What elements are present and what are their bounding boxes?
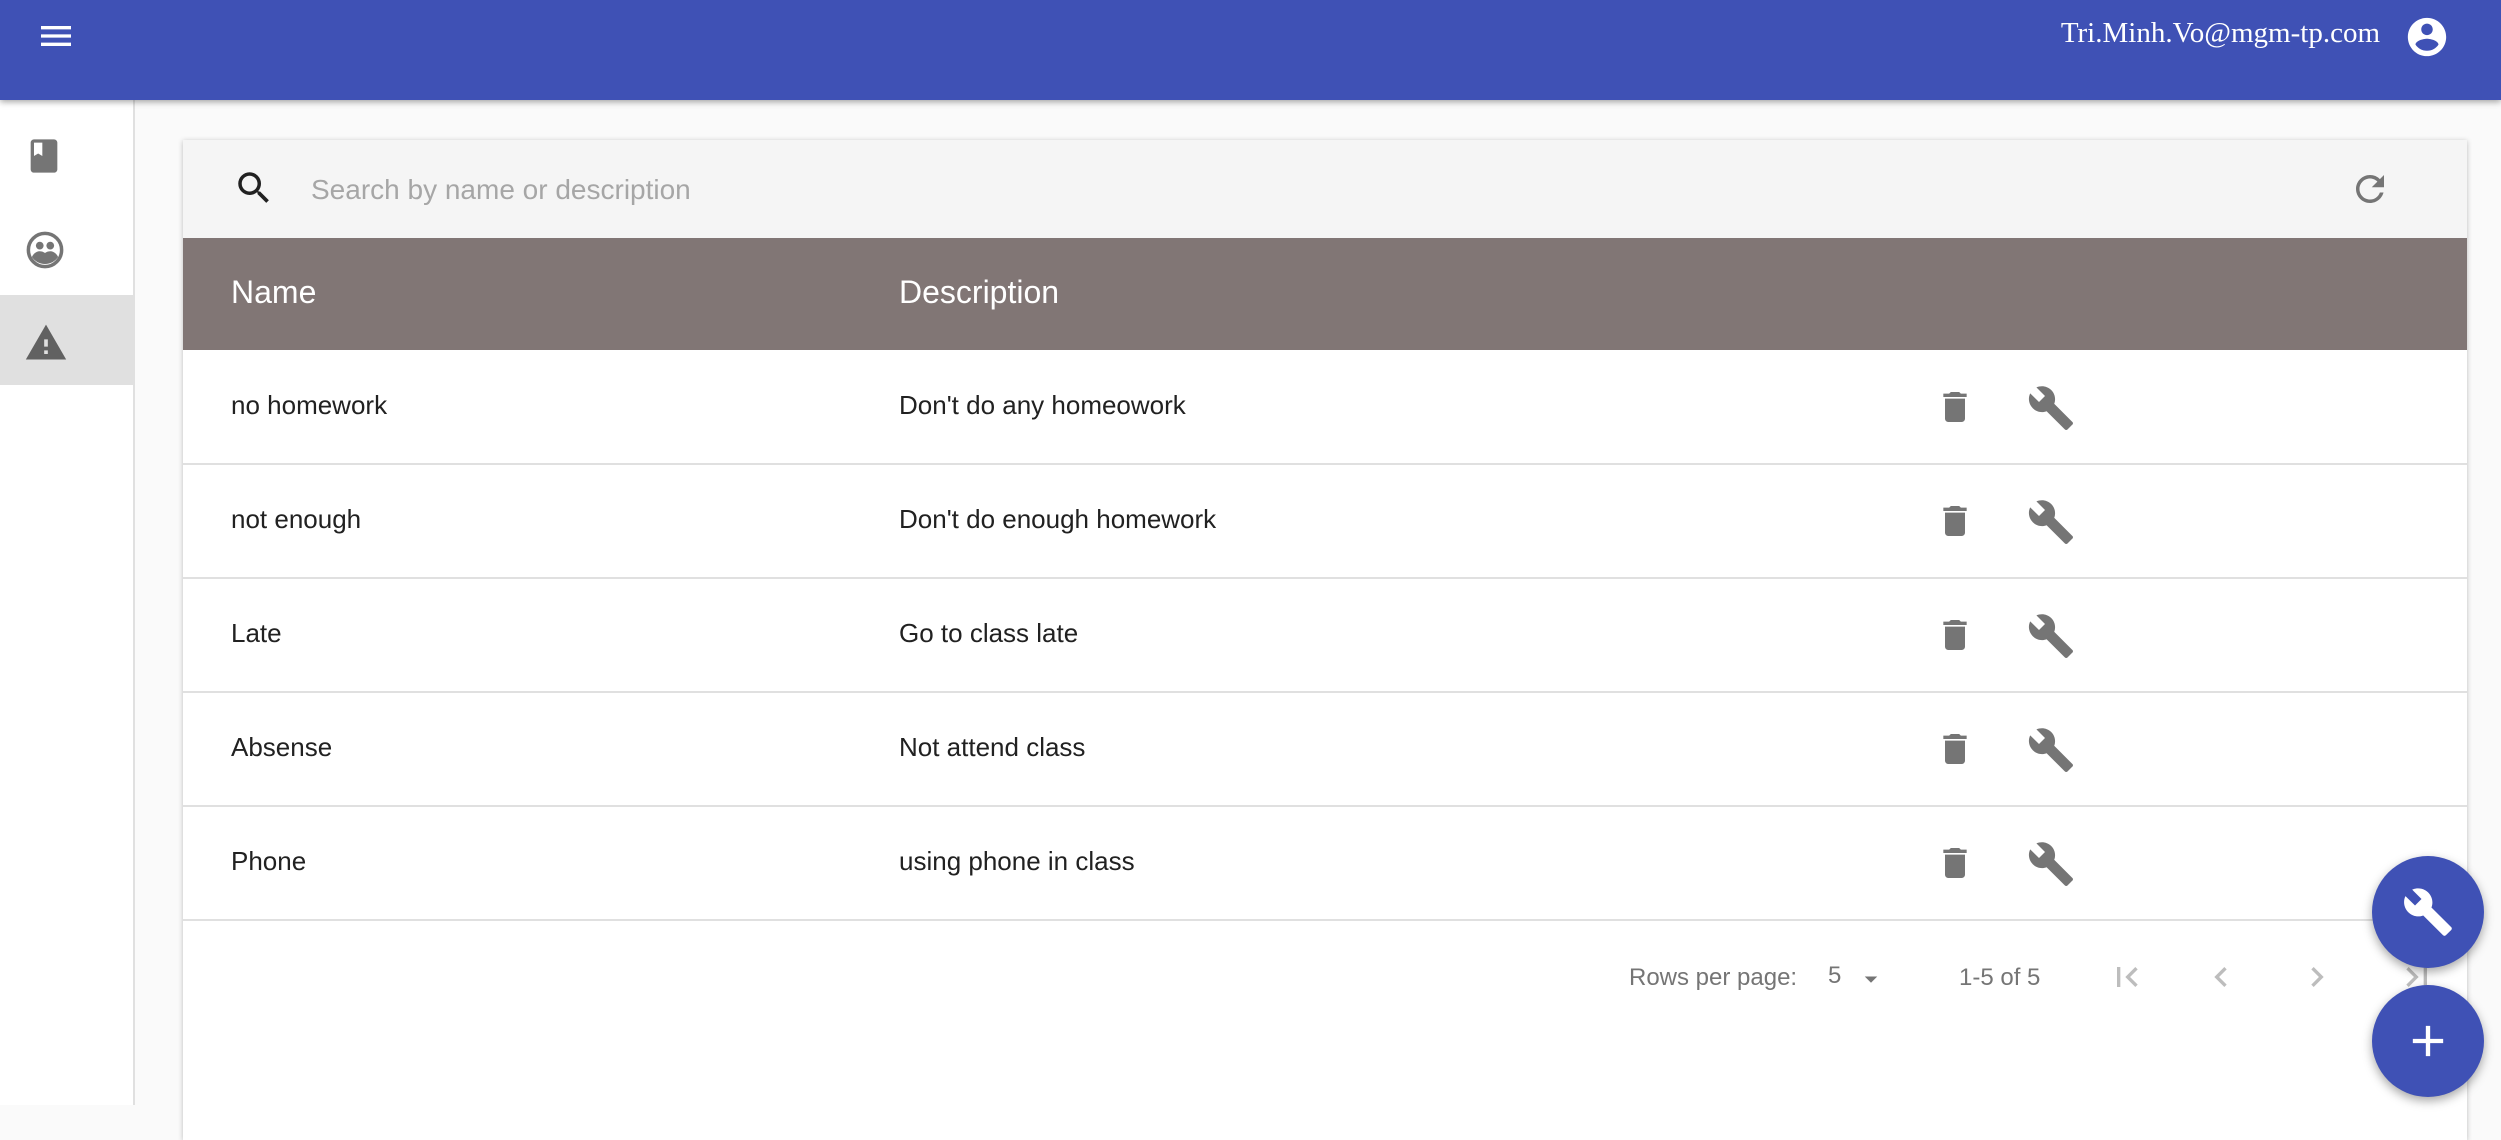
next-page-button[interactable] [2297,957,2337,1002]
rows-per-page-value: 5 [1828,962,1842,989]
table-row: not enough Don't do enough homework [183,464,2467,579]
wrench-icon [2028,728,2073,772]
delete-button[interactable] [1935,728,1975,775]
row-name: not enough [231,504,362,534]
search-input[interactable] [309,164,2213,216]
menu-icon [41,26,71,46]
delete-icon [1943,506,1967,536]
delete-icon [1943,848,1967,878]
delete-button[interactable] [1935,614,1975,661]
menu-button[interactable] [36,16,88,56]
rows-per-page-label: Rows per page: [1629,964,1798,991]
next-page-icon [2311,967,2324,987]
row-description: using phone in class [899,846,1135,876]
tools-fab-button[interactable] [2372,856,2484,968]
table-row: Absense Not attend class [183,692,2467,807]
table-row: no homework Don't do any homeowork [183,350,2467,465]
delete-button[interactable] [1935,386,1975,433]
edit-button[interactable] [2027,840,2075,893]
previous-page-icon [2214,967,2227,987]
edit-button[interactable] [2027,612,2075,665]
row-name: Absense [231,732,333,762]
delete-icon [1943,392,1967,422]
row-name: Phone [231,846,307,876]
sidebar [0,100,135,1105]
row-description: Not attend class [899,732,1086,762]
row-name: no homework [231,390,388,420]
sidebar-item-violations[interactable] [0,295,133,385]
rows-per-page-select[interactable]: 5 [1828,960,1888,994]
previous-page-button[interactable] [2201,957,2241,1002]
refresh-button[interactable] [2349,168,2391,215]
first-page-icon [2117,967,2138,987]
table-header: Name Description [183,238,2467,350]
wrench-icon [2028,386,2073,430]
edit-button[interactable] [2027,384,2075,437]
sidebar-item-book[interactable] [0,110,133,200]
search-icon [238,172,269,203]
table-row: Phone using phone in class [183,806,2467,921]
dropdown-arrow-icon [1864,976,1878,983]
wrench-icon [2028,500,2073,544]
page-range: 1-5 of 5 [1959,964,2041,991]
delete-icon [1943,620,1967,650]
user-email: Tri.Minh.Vo@mgm-tp.com [2060,17,2380,49]
book-icon [30,139,58,173]
account-circle-icon [2407,17,2447,57]
warning-icon [25,324,67,360]
delete-button[interactable] [1935,842,1975,889]
account-button[interactable] [2404,14,2450,60]
refresh-icon [2356,175,2384,203]
edit-button[interactable] [2027,498,2075,551]
add-fab-button[interactable] [2372,985,2484,1097]
delete-icon [1943,734,1967,764]
sidebar-item-students[interactable] [0,203,133,293]
pagination: Rows per page: 5 1-5 of 5 [183,920,2467,1020]
wrench-icon [2028,842,2073,886]
plus-icon [2412,1025,2444,1057]
table-row: Late Go to class late [183,578,2467,693]
row-name: Late [231,618,282,648]
row-description: Don't do any homeowork [899,390,1186,420]
delete-button[interactable] [1935,500,1975,547]
wrench-icon [2028,614,2073,658]
row-description: Go to class late [899,618,1079,648]
first-page-button[interactable] [2107,957,2147,1002]
search-bar [183,140,2467,238]
column-header-name[interactable]: Name [231,274,316,311]
row-description: Don't do enough homework [899,504,1217,534]
wrench-icon [2404,888,2452,936]
violations-table-card: Name Description no homework Don't do an… [183,140,2467,1140]
top-app-bar: Tri.Minh.Vo@mgm-tp.com [0,0,2501,100]
edit-button[interactable] [2027,726,2075,779]
group-face-icon [26,231,64,269]
column-header-description[interactable]: Description [899,274,1059,311]
